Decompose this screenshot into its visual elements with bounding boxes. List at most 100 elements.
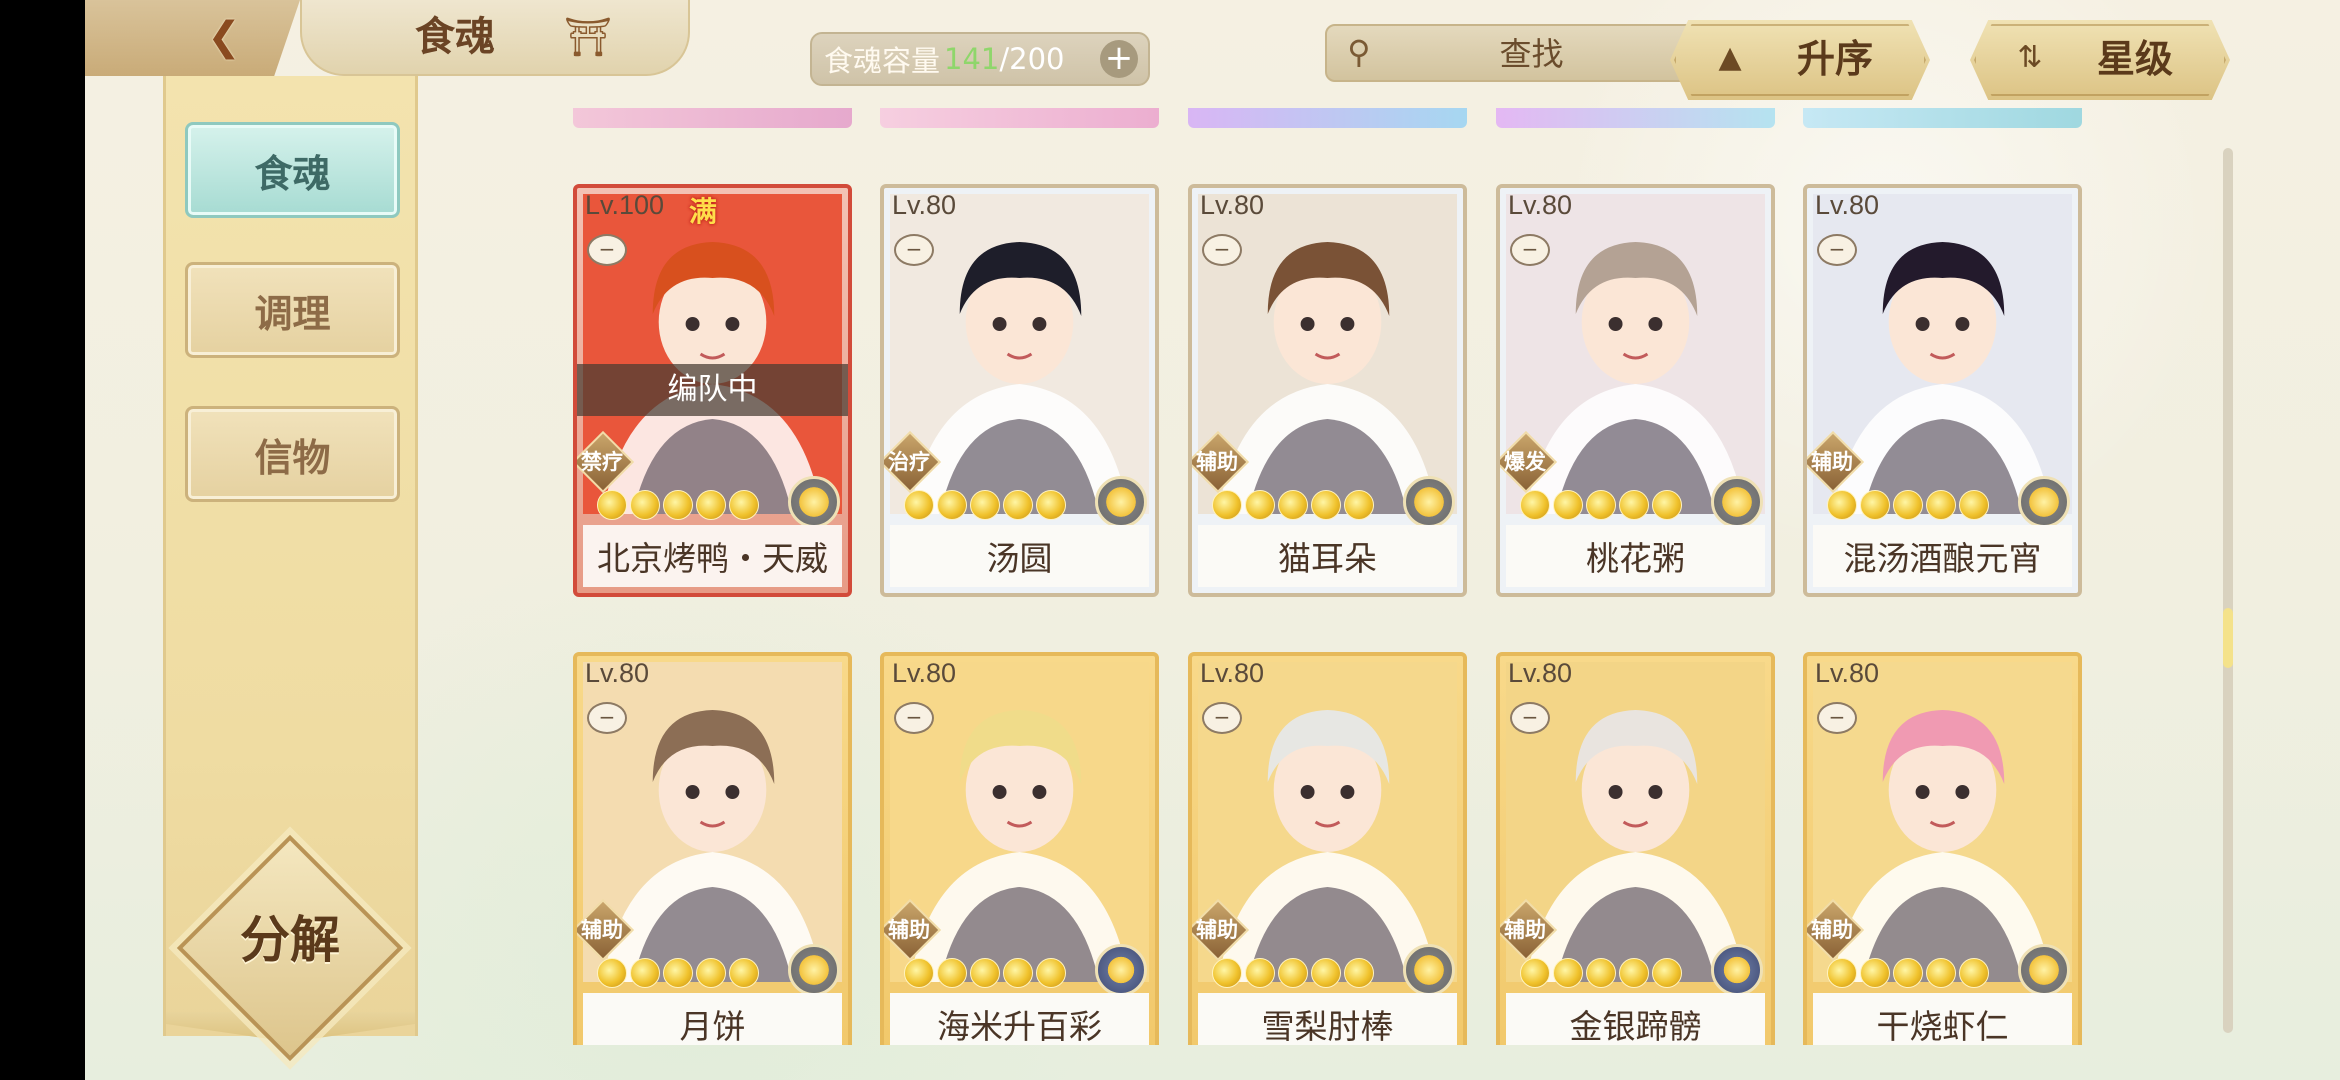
partial-card-strip <box>1803 108 2082 128</box>
lock-toggle-icon[interactable]: − <box>1817 702 1857 734</box>
star-icon <box>729 958 759 988</box>
star-icon <box>597 490 627 520</box>
role-badge: 辅助 <box>1192 898 1250 962</box>
role-label: 辅助 <box>888 918 930 942</box>
star-icon <box>696 490 726 520</box>
star-rating <box>597 958 759 988</box>
star-icon <box>1959 490 1989 520</box>
star-icon <box>1652 958 1682 988</box>
star-icon <box>937 958 967 988</box>
name-plate: 月饼 <box>583 993 842 1045</box>
star-icon <box>1003 490 1033 520</box>
lock-toggle-icon[interactable]: − <box>1510 702 1550 734</box>
star-icon <box>970 490 1000 520</box>
star-icon <box>904 490 934 520</box>
star-icon <box>1245 958 1275 988</box>
star-icon <box>1893 490 1923 520</box>
partial-card-strip <box>1496 108 1775 128</box>
card-level: Lv.80 <box>585 658 650 688</box>
food-soul-card[interactable]: Lv.80 − 治疗 汤圆 <box>880 184 1159 597</box>
star-icon <box>937 490 967 520</box>
flower-emblem-icon <box>1403 476 1455 528</box>
card-level: Lv.80 <box>1200 190 1265 220</box>
name-plate: 雪梨肘棒 <box>1198 993 1457 1045</box>
star-icon <box>1278 490 1308 520</box>
star-icon <box>1553 490 1583 520</box>
food-soul-card[interactable]: Lv.80 − 辅助干烧虾仁 <box>1803 652 2082 1045</box>
star-icon <box>1520 490 1550 520</box>
flower-emblem-icon <box>1095 944 1147 996</box>
lock-toggle-icon[interactable]: − <box>587 702 627 734</box>
max-level-badge: 满 <box>689 195 718 228</box>
card-level: Lv.100 <box>585 190 665 220</box>
food-soul-card[interactable]: Lv.80 − 辅助 金银蹄髈 <box>1496 652 1775 1045</box>
star-icon <box>970 958 1000 988</box>
star-icon <box>1586 490 1616 520</box>
star-rating <box>904 958 1066 988</box>
lock-toggle-icon[interactable]: − <box>894 702 934 734</box>
scrollbar-thumb[interactable] <box>2223 608 2233 668</box>
star-icon <box>1003 958 1033 988</box>
role-label: 辅助 <box>1504 918 1546 942</box>
star-icon <box>1860 490 1890 520</box>
name-plate: 桃花粥 <box>1506 525 1765 587</box>
flower-emblem-icon <box>1711 476 1763 528</box>
role-badge: 辅助 <box>577 898 635 962</box>
lock-toggle-icon[interactable]: − <box>1817 234 1857 266</box>
lock-toggle-icon[interactable]: − <box>1510 234 1550 266</box>
role-badge: 辅助 <box>1807 430 1865 494</box>
star-rating <box>1212 490 1374 520</box>
partial-card-strip <box>1188 108 1467 128</box>
role-badge: 爆发 <box>1500 430 1558 494</box>
star-icon <box>696 958 726 988</box>
game-screen: ❮ 食魂 ⛩ 食魂容量 141 / 200 + ⚲ ✕ ▲ 升序 ⇅ 星级 食魂… <box>85 0 2340 1080</box>
role-badge: 辅助 <box>1192 430 1250 494</box>
star-icon <box>1959 958 1989 988</box>
star-icon <box>1586 958 1616 988</box>
star-icon <box>1619 490 1649 520</box>
food-soul-card[interactable]: Lv.80 − 辅助 海米升百彩 <box>880 652 1159 1045</box>
star-icon <box>597 958 627 988</box>
star-rating <box>904 490 1066 520</box>
food-soul-card[interactable]: Lv.100 满 − 编队中 禁疗 北京烤鸭・天威 <box>573 184 852 597</box>
star-icon <box>1212 490 1242 520</box>
name-plate: 干烧虾仁 <box>1813 993 2072 1045</box>
flower-emblem-icon <box>788 944 840 996</box>
role-badge: 辅助 <box>884 898 942 962</box>
star-icon <box>1619 958 1649 988</box>
lock-toggle-icon[interactable]: − <box>894 234 934 266</box>
lock-toggle-icon[interactable]: − <box>587 234 627 266</box>
food-soul-card[interactable]: Lv.80 − 辅助月饼 <box>573 652 852 1045</box>
lock-toggle-icon[interactable]: − <box>1202 234 1242 266</box>
partial-card-strip <box>880 108 1159 128</box>
card-level: Lv.80 <box>1815 190 1880 220</box>
star-icon <box>1827 958 1857 988</box>
star-icon <box>1827 490 1857 520</box>
star-rating <box>1212 958 1374 988</box>
grid-scrollbar[interactable] <box>2223 148 2233 1033</box>
role-badge: 辅助 <box>1500 898 1558 962</box>
role-label: 治疗 <box>888 450 930 474</box>
card-level: Lv.80 <box>1815 658 1880 688</box>
star-icon <box>1860 958 1890 988</box>
lock-toggle-icon[interactable]: − <box>1202 702 1242 734</box>
flower-emblem-icon <box>1711 944 1763 996</box>
food-soul-card[interactable]: Lv.80 − 辅助混汤酒酿元宵 <box>1803 184 2082 597</box>
name-plate: 汤圆 <box>890 525 1149 587</box>
star-icon <box>1036 490 1066 520</box>
star-icon <box>729 490 759 520</box>
food-soul-card[interactable]: Lv.80 − 爆发 桃花粥 <box>1496 184 1775 597</box>
star-icon <box>1926 490 1956 520</box>
role-label: 禁疗 <box>581 450 623 474</box>
name-plate: 混汤酒酿元宵 <box>1813 525 2072 587</box>
flower-emblem-icon <box>788 476 840 528</box>
star-icon <box>904 958 934 988</box>
food-soul-card[interactable]: Lv.80 − 辅助 雪梨肘棒 <box>1188 652 1467 1045</box>
star-rating <box>1520 490 1682 520</box>
star-icon <box>663 958 693 988</box>
role-badge: 辅助 <box>1807 898 1865 962</box>
card-name: 雪梨肘棒 <box>1261 1007 1394 1045</box>
star-rating <box>1520 958 1682 988</box>
card-level: Lv.80 <box>892 658 957 688</box>
food-soul-card[interactable]: Lv.80 − 辅助 猫耳朵 <box>1188 184 1467 597</box>
